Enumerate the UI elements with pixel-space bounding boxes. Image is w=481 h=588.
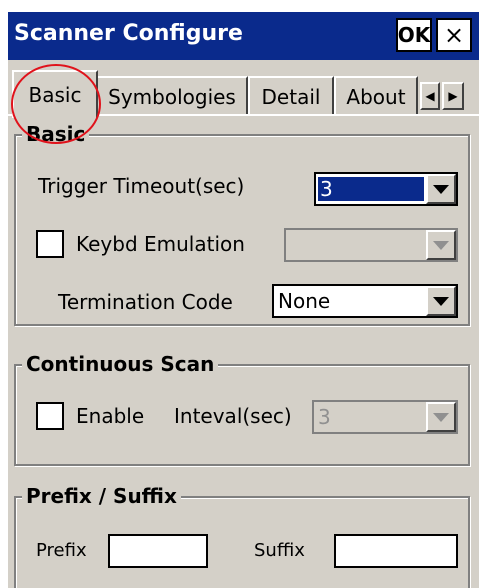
keybd-emulation-dropdown-button[interactable] bbox=[426, 230, 456, 260]
suffix-label: Suffix bbox=[254, 540, 305, 561]
termination-code-dropdown-button[interactable] bbox=[426, 286, 456, 316]
termination-code-combo[interactable]: None bbox=[272, 284, 458, 318]
interval-combo[interactable]: 3 bbox=[312, 400, 458, 434]
termination-code-label: Termination Code bbox=[58, 290, 233, 314]
continuous-scan-group-label: Continuous Scan bbox=[22, 352, 219, 376]
tab-symbologies[interactable]: Symbologies bbox=[96, 76, 248, 116]
tab-scroll-right-button[interactable]: ▶ bbox=[442, 82, 464, 110]
trigger-timeout-combo[interactable]: 3 bbox=[314, 172, 458, 206]
tab-scroll-left-button[interactable]: ◀ bbox=[420, 82, 440, 110]
highlight-annotation-circle bbox=[11, 64, 101, 144]
keybd-emulation-combo[interactable] bbox=[284, 228, 458, 262]
prefix-label: Prefix bbox=[36, 540, 87, 561]
suffix-input[interactable] bbox=[334, 534, 458, 568]
interval-dropdown-button[interactable] bbox=[426, 402, 456, 432]
prefix-input[interactable] bbox=[108, 534, 208, 568]
close-button[interactable]: × bbox=[436, 18, 472, 52]
chevron-down-icon bbox=[433, 184, 449, 194]
prefix-suffix-group-label: Prefix / Suffix bbox=[22, 484, 181, 508]
tab-detail[interactable]: Detail bbox=[248, 76, 334, 116]
window-title: Scanner Configure bbox=[14, 21, 243, 46]
scanner-configure-window: Scanner Configure OK × Basic Symbologies… bbox=[8, 12, 479, 588]
tab-about[interactable]: About bbox=[334, 76, 418, 116]
chevron-down-icon bbox=[433, 296, 449, 306]
chevron-down-icon bbox=[433, 412, 449, 422]
continuous-scan-enable-checkbox[interactable] bbox=[36, 402, 64, 430]
termination-code-value: None bbox=[278, 289, 331, 313]
trigger-timeout-value: 3 bbox=[318, 177, 424, 201]
keybd-emulation-label[interactable]: Keybd Emulation bbox=[76, 232, 245, 256]
trigger-timeout-label: Trigger Timeout(sec) bbox=[38, 174, 245, 198]
chevron-down-icon bbox=[433, 240, 449, 250]
ok-button[interactable]: OK bbox=[396, 18, 432, 52]
chevron-left-icon: ◀ bbox=[425, 89, 435, 103]
chevron-right-icon: ▶ bbox=[448, 89, 458, 103]
interval-value: 3 bbox=[318, 405, 331, 429]
title-bar: Scanner Configure OK × bbox=[8, 12, 479, 60]
keybd-emulation-checkbox[interactable] bbox=[36, 230, 64, 258]
continuous-scan-enable-label[interactable]: Enable bbox=[76, 404, 144, 428]
interval-label: Inteval(sec) bbox=[174, 404, 292, 428]
trigger-timeout-dropdown-button[interactable] bbox=[426, 174, 456, 204]
